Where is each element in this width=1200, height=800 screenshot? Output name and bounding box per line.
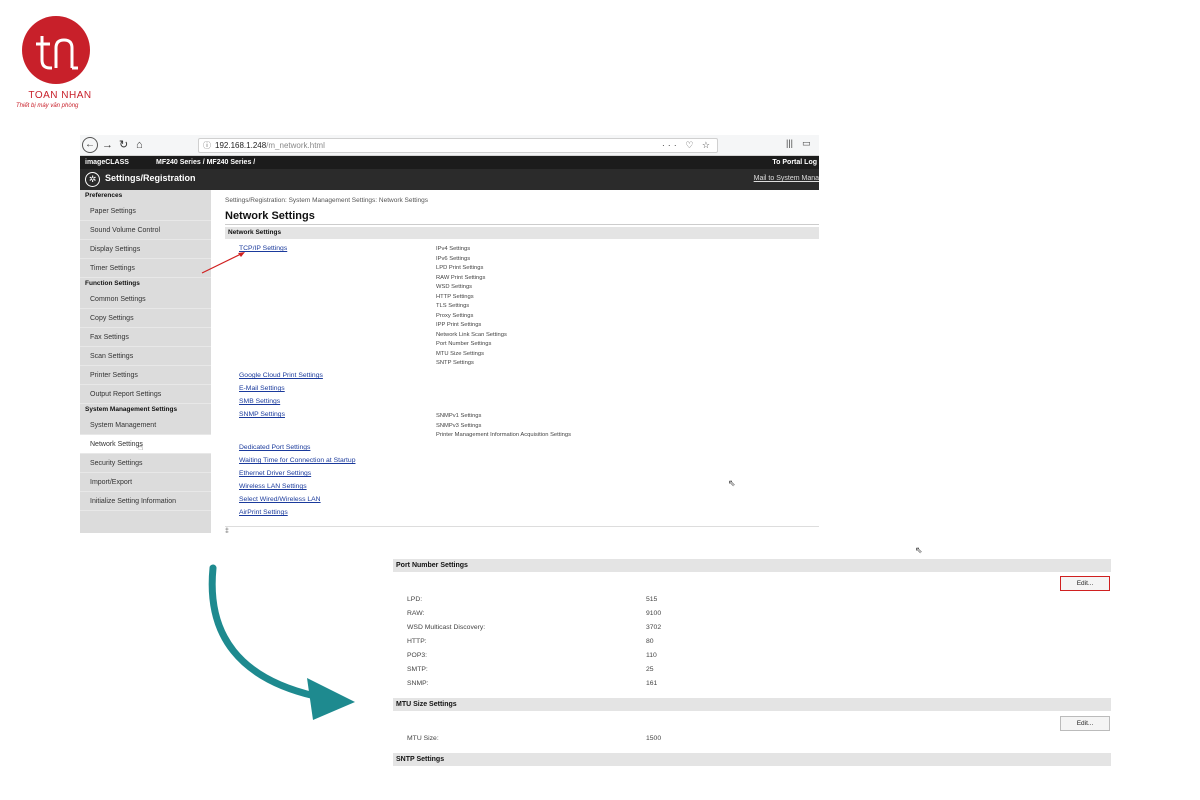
mtu-value: 1500 (646, 735, 662, 742)
port-value: 3702 (646, 624, 662, 631)
toan-nhan-logo: TOAN NHAN Thiết bị máy văn phòng (14, 10, 104, 115)
port-value: 161 (646, 680, 658, 687)
teal-curved-arrow-icon (208, 564, 355, 720)
port-value: 110 (646, 652, 657, 659)
red-annotation-arrow-icon (201, 252, 245, 274)
port-value: 80 (646, 638, 654, 645)
logo-name: TOAN NHAN (28, 90, 92, 101)
port-label: SMTP: (407, 666, 428, 673)
port-value: 25 (646, 666, 654, 673)
port-value: 9100 (646, 610, 662, 617)
logo-mark-icon (22, 16, 90, 84)
port-label: SNMP: (407, 680, 429, 687)
pointer-cursor-icon: ⇖ (728, 478, 736, 488)
port-label: WSD Multicast Discovery: (407, 624, 486, 631)
port-value: 515 (646, 596, 658, 603)
port-label: LPD: (407, 596, 423, 603)
port-label: HTTP: (407, 638, 427, 645)
port-label: RAW: (407, 610, 425, 617)
port-label: POP3: (407, 652, 428, 659)
sntp-section: SNTP Settings (393, 753, 1111, 766)
mtu-edit-button[interactable]: Edit... (1060, 716, 1110, 731)
mtu-label: MTU Size: (407, 735, 439, 742)
browser-window: ← → ↻ ⌂ ⓘ 192.168.1.248/m_network.html ··… (80, 135, 819, 533)
mtu-size-section: MTU Size Settings (393, 698, 1111, 711)
hand-cursor-icon: ☝ (138, 442, 144, 452)
port-number-section: Port Number Settings (393, 559, 1111, 572)
logo-tagline: Thiết bị máy văn phòng (16, 103, 79, 109)
port-settings-panel: Port Number Settings Edit... LPD: 515 RA… (393, 545, 1111, 767)
port-edit-button[interactable]: Edit... (1060, 576, 1110, 591)
